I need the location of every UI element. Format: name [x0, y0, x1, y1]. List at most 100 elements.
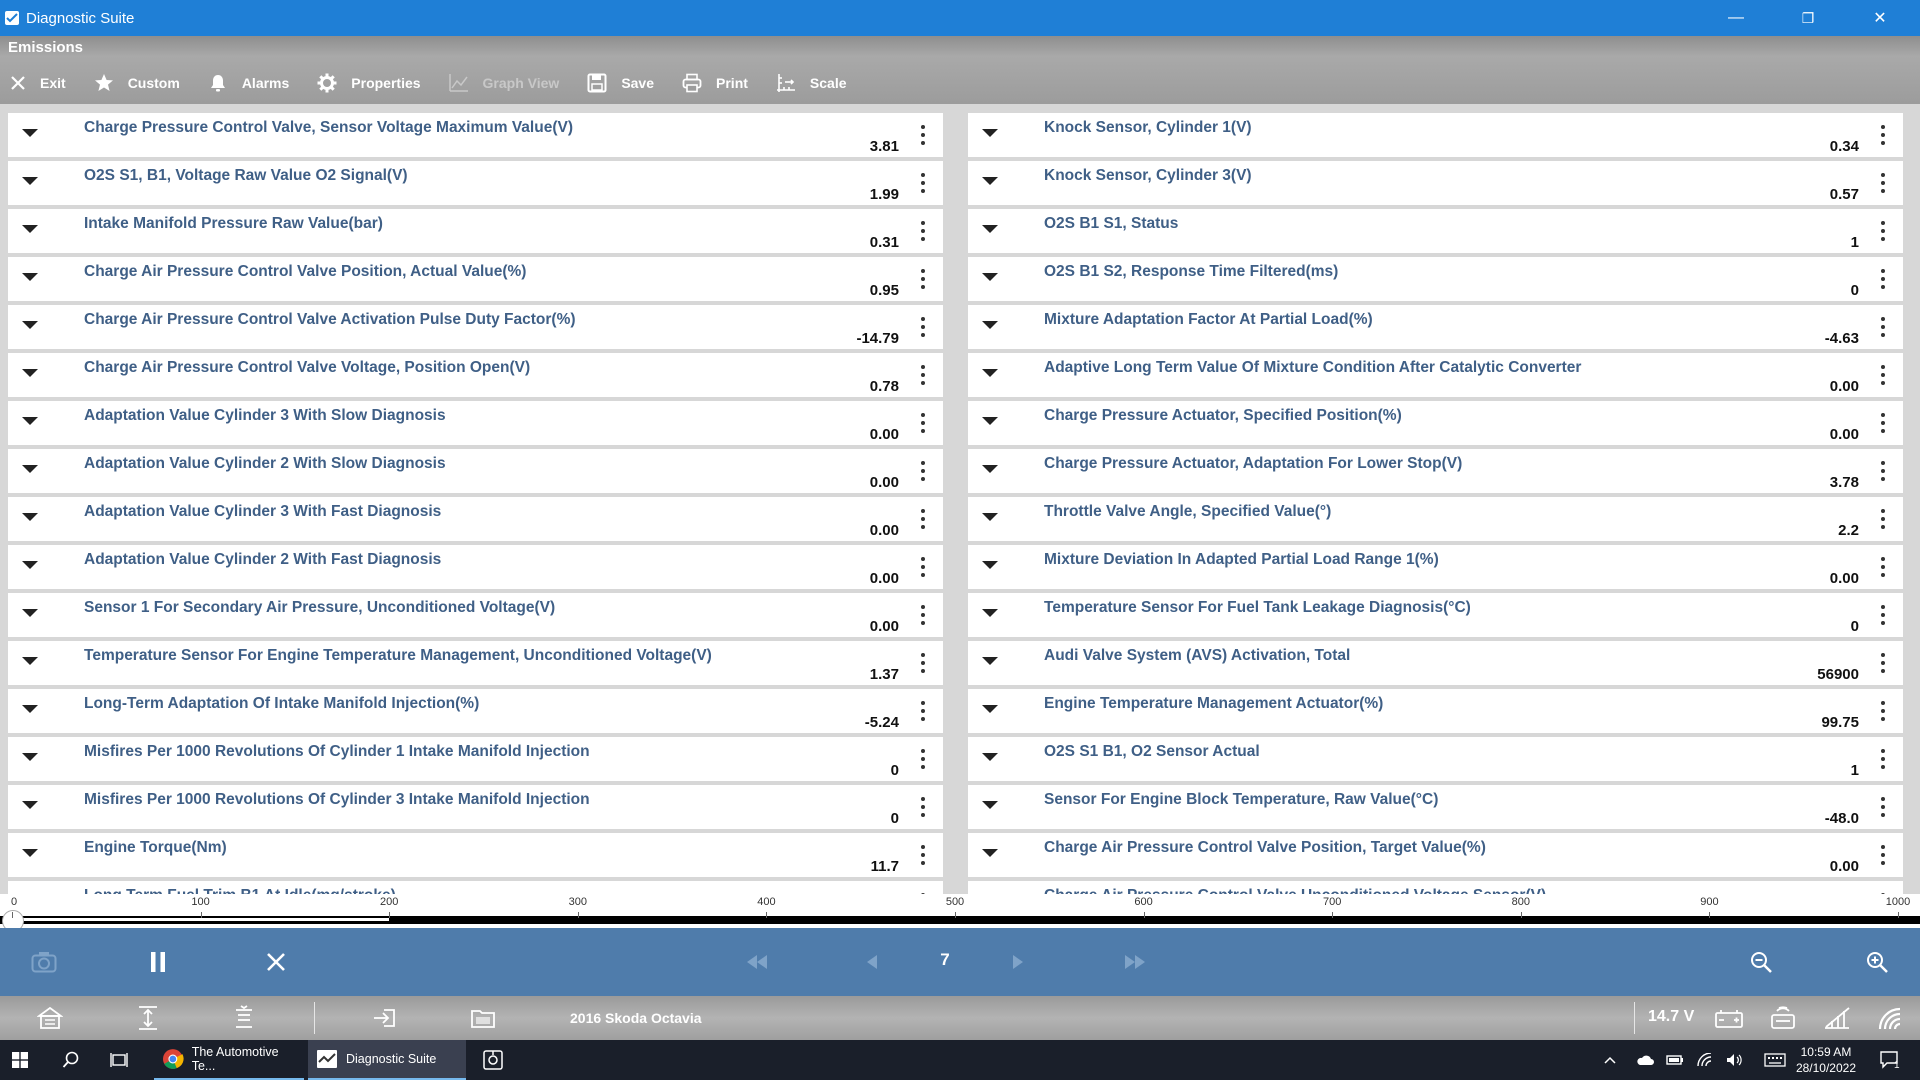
parameter-row[interactable]: O2S B1 S2, Response Time Filtered(ms) 0 [968, 257, 1903, 301]
parameter-row[interactable]: Charge Air Pressure Control Valve Positi… [8, 257, 943, 301]
parameter-row[interactable]: O2S B1 S1, Status 1 [968, 209, 1903, 253]
zoom-in-button[interactable] [1862, 946, 1892, 978]
expand-caret-icon[interactable] [22, 369, 38, 377]
parameter-row[interactable]: Temperature Sensor For Fuel Tank Leakage… [968, 593, 1903, 637]
parameter-row[interactable]: Adaptation Value Cylinder 3 With Fast Di… [8, 497, 943, 541]
parameter-row[interactable]: Misfires Per 1000 Revolutions Of Cylinde… [8, 737, 943, 781]
more-options-icon[interactable] [921, 461, 925, 483]
snapshot-button[interactable] [28, 946, 60, 978]
parameter-row[interactable]: Charge Air Pressure Control Valve Activa… [8, 305, 943, 349]
expand-icon[interactable] [135, 1005, 161, 1031]
timeline-scrubber[interactable]: 0 100 200 300 400 500 600 700 800 900 1000 [0, 894, 1920, 932]
expand-caret-icon[interactable] [22, 753, 38, 761]
expand-caret-icon[interactable] [22, 801, 38, 809]
scale-button[interactable]: Scale [766, 65, 857, 101]
taskbar-diagnostic-suite[interactable]: Diagnostic Suite [308, 1040, 466, 1080]
parameter-row[interactable]: Temperature Sensor For Engine Temperatur… [8, 641, 943, 685]
more-options-icon[interactable] [1881, 653, 1885, 675]
parameter-row[interactable]: Audi Valve System (AVS) Activation, Tota… [968, 641, 1903, 685]
folder-icon[interactable] [470, 1005, 496, 1031]
pause-button[interactable] [146, 946, 170, 978]
system-clock[interactable]: 10:59 AM 28/10/2022 [1796, 1044, 1856, 1076]
expand-caret-icon[interactable] [982, 369, 998, 377]
expand-caret-icon[interactable] [22, 321, 38, 329]
onedrive-tray[interactable] [1636, 1040, 1654, 1080]
parameter-row[interactable]: Engine Torque(Nm) 11.7 [8, 833, 943, 877]
more-options-icon[interactable] [921, 605, 925, 627]
more-options-icon[interactable] [1881, 605, 1885, 627]
more-options-icon[interactable] [921, 653, 925, 675]
parameter-row[interactable]: Charge Pressure Actuator, Adaptation For… [968, 449, 1903, 493]
more-options-icon[interactable] [921, 221, 925, 243]
last-page-button[interactable] [1120, 946, 1150, 978]
expand-caret-icon[interactable] [982, 129, 998, 137]
expand-caret-icon[interactable] [22, 657, 38, 665]
properties-button[interactable]: Properties [307, 65, 430, 101]
parameter-row[interactable]: Misfires Per 1000 Revolutions Of Cylinde… [8, 785, 943, 829]
more-options-icon[interactable] [921, 845, 925, 867]
parameter-row[interactable]: Long Term Fuel Trim B1 At Idle(mg/stroke… [8, 881, 943, 894]
expand-caret-icon[interactable] [22, 417, 38, 425]
notification-center[interactable]: 1 [1880, 1040, 1900, 1080]
close-window-button[interactable]: ✕ [1850, 0, 1910, 36]
more-options-icon[interactable] [1881, 221, 1885, 243]
expand-caret-icon[interactable] [982, 801, 998, 809]
parameter-row[interactable]: Engine Temperature Management Actuator(%… [968, 689, 1903, 733]
expand-caret-icon[interactable] [22, 705, 38, 713]
more-options-icon[interactable] [921, 173, 925, 195]
more-options-icon[interactable] [921, 557, 925, 579]
list-sort-icon[interactable] [231, 1005, 257, 1031]
import-icon[interactable] [372, 1005, 398, 1031]
expand-caret-icon[interactable] [982, 561, 998, 569]
more-options-icon[interactable] [1881, 413, 1885, 435]
more-options-icon[interactable] [1881, 845, 1885, 867]
expand-caret-icon[interactable] [22, 849, 38, 857]
power-tray[interactable] [1666, 1040, 1684, 1080]
parameter-row[interactable]: Sensor 1 For Secondary Air Pressure, Unc… [8, 593, 943, 637]
more-options-icon[interactable] [921, 701, 925, 723]
parameter-row[interactable]: Knock Sensor, Cylinder 3(V) 0.57 [968, 161, 1903, 205]
more-options-icon[interactable] [1881, 317, 1885, 339]
expand-caret-icon[interactable] [982, 225, 998, 233]
exit-button[interactable]: Exit [0, 65, 76, 101]
parameter-row[interactable]: Throttle Valve Angle, Specified Value(°)… [968, 497, 1903, 541]
expand-caret-icon[interactable] [982, 417, 998, 425]
graph-view-button[interactable]: Graph View [439, 65, 570, 101]
parameter-row[interactable]: Knock Sensor, Cylinder 1(V) 0.34 [968, 113, 1903, 157]
parameter-row[interactable]: Adaptation Value Cylinder 2 With Slow Di… [8, 449, 943, 493]
expand-caret-icon[interactable] [982, 273, 998, 281]
parameter-row[interactable]: Intake Manifold Pressure Raw Value(bar) 0… [8, 209, 943, 253]
parameter-row[interactable]: Adaptive Long Term Value Of Mixture Cond… [968, 353, 1903, 397]
more-options-icon[interactable] [921, 749, 925, 771]
task-view-button[interactable] [110, 1040, 128, 1080]
more-options-icon[interactable] [1881, 797, 1885, 819]
more-options-icon[interactable] [1881, 701, 1885, 723]
expand-caret-icon[interactable] [22, 465, 38, 473]
expand-caret-icon[interactable] [982, 465, 998, 473]
more-options-icon[interactable] [1881, 269, 1885, 291]
more-options-icon[interactable] [1881, 461, 1885, 483]
more-options-icon[interactable] [1881, 557, 1885, 579]
home-icon[interactable] [37, 1005, 63, 1031]
parameter-row[interactable]: Mixture Deviation In Adapted Partial Loa… [968, 545, 1903, 589]
expand-caret-icon[interactable] [982, 657, 998, 665]
next-page-button[interactable] [1008, 946, 1028, 978]
more-options-icon[interactable] [1881, 125, 1885, 147]
parameter-row[interactable]: O2S S1, B1, Voltage Raw Value O2 Signal(… [8, 161, 943, 205]
volume-tray[interactable] [1726, 1040, 1744, 1080]
more-options-icon[interactable] [1881, 173, 1885, 195]
expand-caret-icon[interactable] [982, 321, 998, 329]
more-options-icon[interactable] [921, 269, 925, 291]
more-options-icon[interactable] [921, 317, 925, 339]
parameter-row[interactable]: Charge Air Pressure Control Valve Voltag… [8, 353, 943, 397]
parameter-row[interactable]: Charge Pressure Actuator, Specified Posi… [968, 401, 1903, 445]
parameter-row[interactable]: Adaptation Value Cylinder 2 With Fast Di… [8, 545, 943, 589]
more-options-icon[interactable] [921, 797, 925, 819]
search-button[interactable] [62, 1040, 80, 1080]
parameter-row[interactable]: Charge Air Pressure Control Valve Positi… [968, 833, 1903, 877]
taskbar-chrome[interactable]: The Automotive Te... [154, 1040, 304, 1080]
more-options-icon[interactable] [921, 125, 925, 147]
expand-caret-icon[interactable] [22, 513, 38, 521]
expand-caret-icon[interactable] [22, 561, 38, 569]
expand-caret-icon[interactable] [22, 129, 38, 137]
